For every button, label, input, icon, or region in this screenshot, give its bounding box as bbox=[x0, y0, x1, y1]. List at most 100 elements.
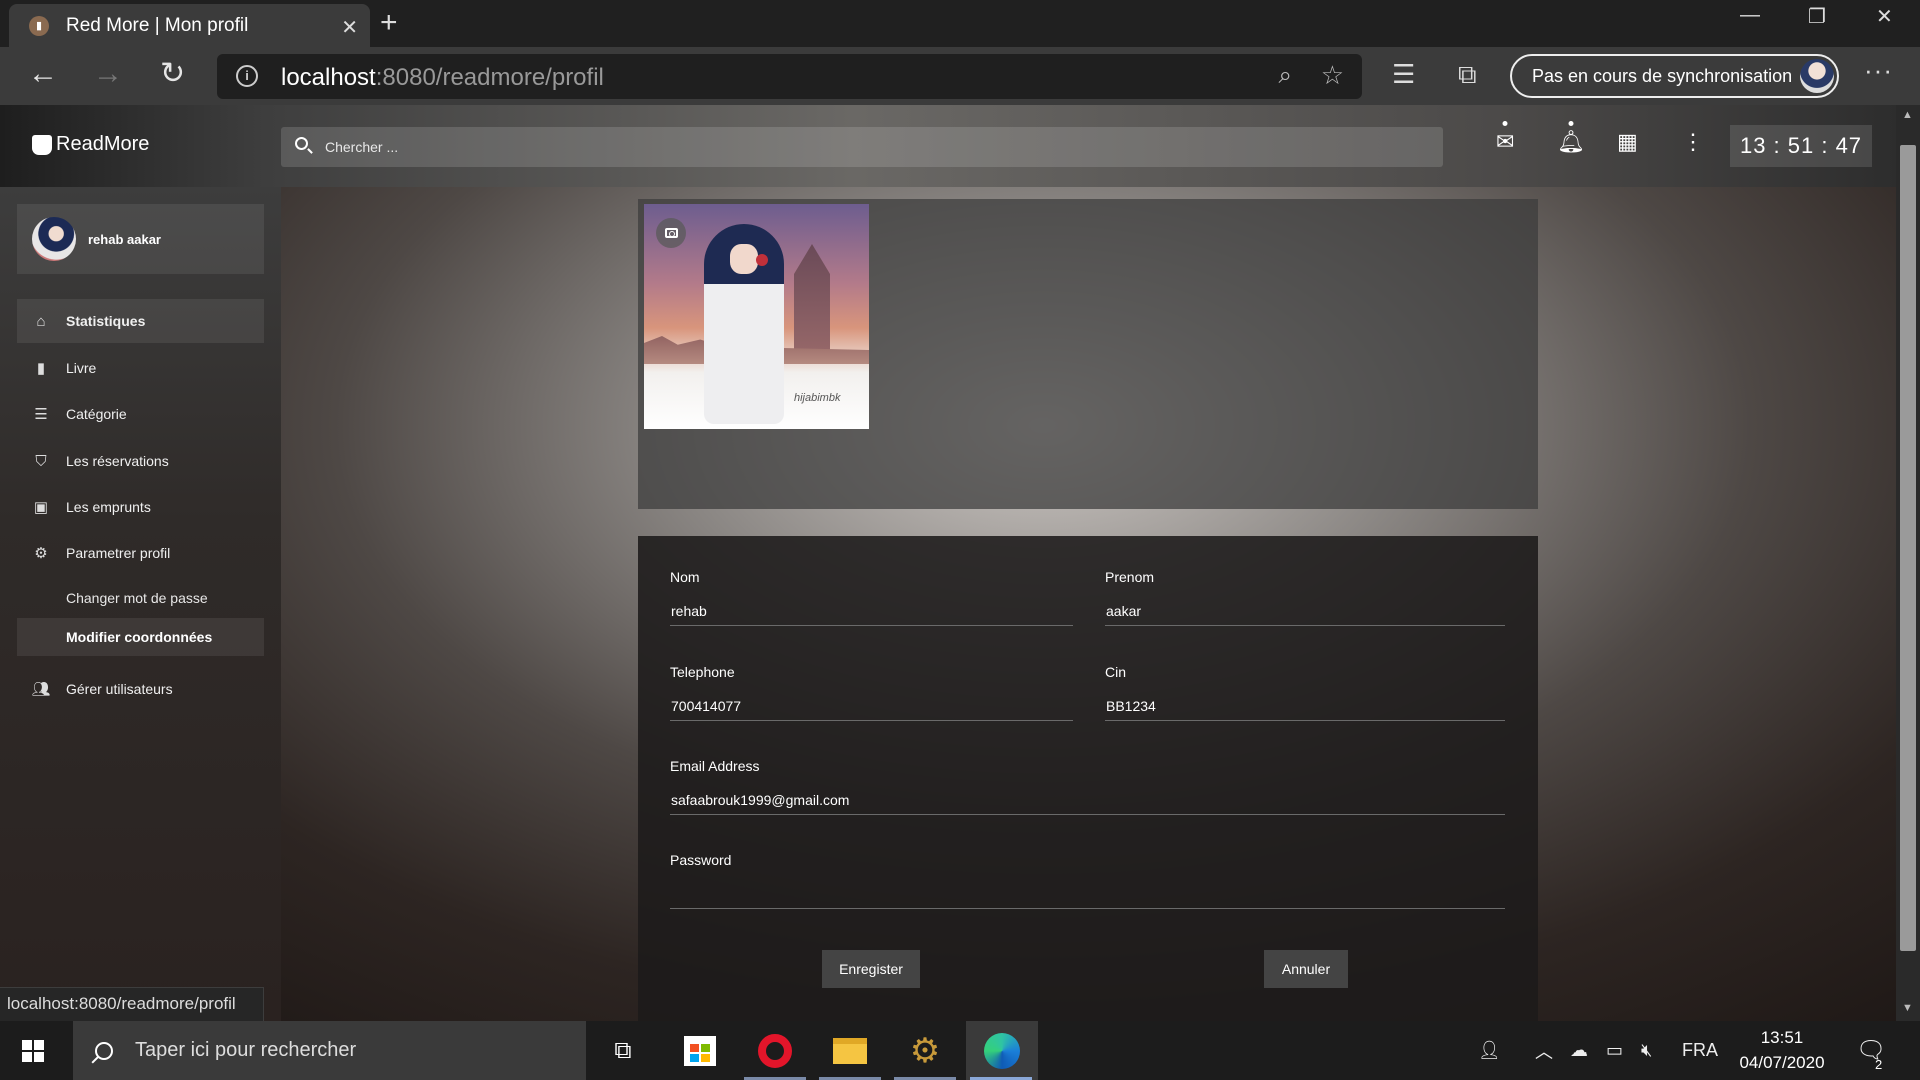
sidebar-item-categorie[interactable]: ☰ Catégorie bbox=[17, 392, 264, 436]
apps-grid-icon[interactable]: ▦ bbox=[1617, 129, 1638, 155]
app-header: ReadMore ✉ 🔔︎ ▦ ⋮ 13 : 51 : 47 bbox=[0, 105, 1896, 187]
search-icon bbox=[95, 1041, 113, 1060]
tab-title: Red More | Mon profil bbox=[66, 14, 249, 36]
taskbar-search[interactable]: Taper ici pour rechercher bbox=[73, 1021, 586, 1080]
close-window-icon[interactable]: ✕ bbox=[1876, 4, 1893, 29]
gear-icon: ⚙ bbox=[34, 545, 48, 562]
cin-field[interactable] bbox=[1105, 691, 1505, 721]
windows-start-icon[interactable] bbox=[22, 1040, 44, 1062]
taskbar-time: 13:51 bbox=[1760, 1028, 1804, 1047]
sidebar-item-label: Parametrer profil bbox=[66, 545, 171, 561]
store-app-icon[interactable] bbox=[665, 1021, 735, 1080]
notification-count: 2 bbox=[1875, 1057, 1883, 1072]
scroll-down-icon[interactable]: ▼ bbox=[1902, 1002, 1913, 1014]
search-input[interactable] bbox=[325, 127, 1425, 167]
home-icon: ⌂ bbox=[36, 312, 46, 330]
sidebar-subitem-modifier-coordonnees[interactable]: Modifier coordonnées bbox=[17, 618, 264, 656]
favorite-star-icon[interactable]: ☆ bbox=[1321, 60, 1344, 91]
back-icon[interactable]: ← bbox=[28, 59, 58, 89]
sync-label: Pas en cours de synchronisation bbox=[1532, 65, 1793, 86]
taskbar-date: 04/07/2020 bbox=[1739, 1053, 1825, 1072]
users-icon: 👥︎ bbox=[31, 681, 51, 698]
sidebar-item-label: Catégorie bbox=[66, 406, 127, 422]
scrollbar-thumb[interactable] bbox=[1900, 145, 1916, 951]
page-scrollbar[interactable]: ▲ ▼ bbox=[1896, 105, 1920, 1021]
link-status-bar: localhost:8080/readmore/profil bbox=[0, 987, 264, 1021]
sidebar-item-livre[interactable]: ▮ Livre bbox=[17, 346, 264, 390]
opera-app-icon[interactable] bbox=[740, 1021, 810, 1080]
sidebar-item-label: Les emprunts bbox=[66, 499, 151, 515]
zoom-icon[interactable]: ⌕ bbox=[1279, 62, 1292, 90]
telephone-field[interactable] bbox=[670, 691, 1073, 721]
book-icon: ▮ bbox=[36, 360, 46, 377]
nom-label: Nom bbox=[670, 569, 700, 585]
telephone-label: Telephone bbox=[670, 664, 735, 680]
camera-icon[interactable] bbox=[656, 218, 686, 248]
avatar bbox=[32, 217, 76, 261]
user-name: rehab aakar bbox=[88, 231, 161, 247]
favorites-list-icon[interactable]: ☰ bbox=[1392, 59, 1415, 90]
minimize-icon[interactable]: — bbox=[1740, 4, 1760, 27]
kebab-menu-icon[interactable]: ⋮ bbox=[1682, 129, 1704, 155]
language-indicator[interactable]: FRA bbox=[1682, 1021, 1718, 1080]
taskbar-clock[interactable]: 13:51 04/07/2020 bbox=[1736, 1025, 1828, 1075]
rose-illustration bbox=[756, 254, 768, 266]
close-tab-icon[interactable]: ✕ bbox=[341, 15, 358, 40]
save-button[interactable]: Enregister bbox=[822, 950, 920, 988]
taskbar-search-placeholder: Taper ici pour rechercher bbox=[135, 1039, 357, 1061]
sidebar-item-reservations[interactable]: ⛉ Les réservations bbox=[17, 439, 264, 483]
shield-check-icon: ⛉ bbox=[35, 452, 47, 470]
sidebar: rehab aakar ⌂ Statistiques ▮ Livre ☰ Cat… bbox=[0, 187, 281, 1021]
people-icon[interactable]: 👤︎ bbox=[1478, 1021, 1501, 1080]
cancel-button[interactable]: Annuler bbox=[1264, 950, 1348, 988]
email-label: Email Address bbox=[670, 758, 760, 774]
prenom-field[interactable] bbox=[1105, 596, 1505, 626]
collections-icon[interactable]: ⧉ bbox=[1458, 59, 1477, 91]
artist-signature: hijabimbk bbox=[794, 392, 841, 404]
notification-center-icon[interactable]: 🗨︎ 2 bbox=[1856, 1021, 1886, 1080]
settings-gear-app-icon[interactable]: ⚙ bbox=[890, 1021, 960, 1080]
sidebar-item-label: Changer mot de passe bbox=[66, 590, 208, 606]
sidebar-item-statistiques[interactable]: ⌂ Statistiques bbox=[17, 299, 264, 343]
email-field[interactable] bbox=[670, 785, 1505, 815]
forward-icon[interactable]: → bbox=[93, 59, 123, 89]
cin-label: Cin bbox=[1105, 664, 1127, 680]
url-text[interactable]: localhost:8080/readmore/profil bbox=[281, 64, 604, 92]
app-logo[interactable]: ReadMore bbox=[32, 133, 149, 156]
password-field[interactable] bbox=[670, 879, 1505, 909]
password-label: Password bbox=[670, 852, 732, 868]
site-favicon-icon: ▮ bbox=[29, 15, 49, 36]
sidebar-item-emprunts[interactable]: ▣ Les emprunts bbox=[17, 485, 264, 529]
battery-icon[interactable]: ▭ bbox=[1606, 1021, 1623, 1080]
scroll-up-icon[interactable]: ▲ bbox=[1902, 109, 1913, 121]
file-explorer-icon[interactable] bbox=[815, 1021, 885, 1080]
site-info-icon[interactable]: i bbox=[236, 65, 258, 87]
sidebar-profile[interactable]: rehab aakar bbox=[17, 204, 264, 274]
bell-icon[interactable]: 🔔︎ bbox=[1557, 121, 1585, 155]
sync-profile-button[interactable]: Pas en cours de synchronisation bbox=[1510, 54, 1839, 98]
new-tab-icon[interactable]: + bbox=[380, 6, 398, 40]
onedrive-icon[interactable]: ☁ bbox=[1570, 1021, 1588, 1080]
calendar-check-icon: ▣ bbox=[33, 499, 49, 516]
logo-text: ReadMore bbox=[56, 133, 150, 155]
address-bar[interactable]: i localhost:8080/readmore/profil ⌕ ☆ bbox=[217, 54, 1362, 99]
sidebar-item-parametrer-profil[interactable]: ⚙ Parametrer profil bbox=[17, 531, 264, 575]
edge-browser-icon[interactable] bbox=[966, 1021, 1038, 1080]
sidebar-subitem-changer-mot-de-passe[interactable]: Changer mot de passe bbox=[17, 579, 264, 617]
windows-taskbar: Taper ici pour rechercher ⧉ ⚙ 👤︎ ︿ ☁ ▭ 🔇… bbox=[0, 1021, 1920, 1080]
restore-icon[interactable]: ❐ bbox=[1808, 4, 1826, 29]
sidebar-item-label: Les réservations bbox=[66, 453, 169, 469]
task-view-icon[interactable]: ⧉ bbox=[588, 1021, 658, 1080]
sidebar-item-gerer-utilisateurs[interactable]: 👥︎ Gérer utilisateurs bbox=[17, 667, 264, 711]
profile-photo-card: hijabimbk bbox=[638, 199, 1538, 509]
sidebar-item-label: Statistiques bbox=[66, 313, 146, 329]
nom-field[interactable] bbox=[670, 596, 1073, 626]
show-hidden-icons-icon[interactable]: ︿ bbox=[1535, 1021, 1553, 1080]
reload-icon[interactable]: ↻ bbox=[160, 59, 185, 89]
mail-icon[interactable]: ✉ bbox=[1496, 121, 1514, 155]
browser-tab[interactable]: ▮ Red More | Mon profil ✕ bbox=[9, 4, 370, 47]
volume-muted-icon[interactable]: 🔇︎ bbox=[1641, 1021, 1652, 1080]
logo-icon bbox=[32, 134, 52, 155]
profile-photo[interactable]: hijabimbk bbox=[644, 204, 869, 429]
more-options-icon[interactable]: ··· bbox=[1864, 55, 1893, 86]
